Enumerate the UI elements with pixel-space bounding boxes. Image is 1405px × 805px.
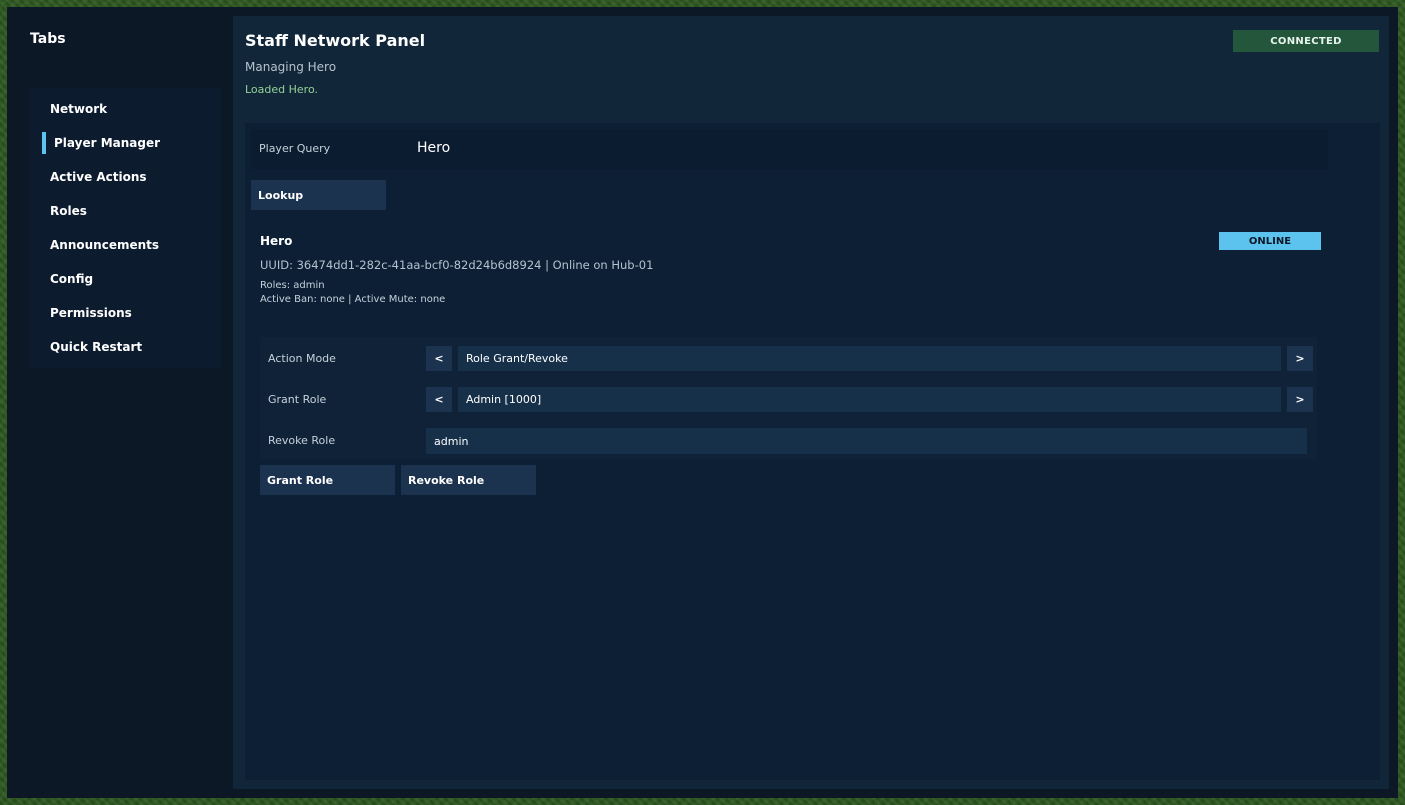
main-panel: Staff Network Panel Managing Hero Loaded…: [233, 16, 1389, 789]
player-roles-line: Roles: admin: [260, 280, 325, 291]
revoke-role-button[interactable]: Revoke Role: [401, 465, 536, 495]
sidebar-item-roles[interactable]: Roles: [50, 204, 87, 218]
connection-status-badge: CONNECTED: [1233, 30, 1379, 52]
revoke-role-input[interactable]: admin: [426, 428, 1307, 454]
sidebar-tab-list: Network Player Manager Active Actions Ro…: [30, 88, 222, 368]
lookup-button[interactable]: Lookup: [251, 180, 386, 210]
sidebar-item-permissions[interactable]: Permissions: [50, 306, 132, 320]
player-ban-mute-line: Active Ban: none | Active Mute: none: [260, 294, 446, 305]
grant-role-value: Admin [1000]: [458, 387, 1281, 412]
player-name: Hero: [260, 234, 293, 248]
player-query-label: Player Query: [259, 142, 331, 155]
action-mode-label: Action Mode: [268, 352, 336, 365]
player-query-input[interactable]: Hero: [417, 140, 450, 156]
grant-role-next-button[interactable]: >: [1287, 387, 1313, 412]
grant-role-prev-button[interactable]: <: [426, 387, 452, 412]
role-action-form: Action Mode < Role Grant/Revoke > Grant …: [260, 337, 1317, 459]
sidebar-item-quick-restart[interactable]: Quick Restart: [50, 340, 142, 354]
player-status-badge: ONLINE: [1219, 232, 1321, 250]
status-message: Loaded Hero.: [245, 83, 318, 96]
sidebar-item-config[interactable]: Config: [50, 272, 93, 286]
grant-role-button[interactable]: Grant Role: [260, 465, 395, 495]
page-subtitle: Managing Hero: [245, 60, 337, 74]
action-mode-value: Role Grant/Revoke: [458, 346, 1281, 371]
player-uuid-line: UUID: 36474dd1-282c-41aa-bcf0-82d24b6d89…: [260, 258, 654, 272]
active-tab-indicator: [42, 132, 46, 154]
revoke-role-label: Revoke Role: [268, 434, 336, 447]
action-mode-next-button[interactable]: >: [1287, 346, 1313, 371]
grant-role-label: Grant Role: [268, 393, 327, 406]
sidebar-title: Tabs: [30, 31, 66, 47]
sidebar-item-player-manager[interactable]: Player Manager: [54, 136, 160, 150]
player-manager-content: Player Query Hero Lookup Hero ONLINE UUI…: [245, 123, 1380, 780]
sidebar-item-announcements[interactable]: Announcements: [50, 238, 159, 252]
sidebar-item-network[interactable]: Network: [50, 102, 107, 116]
action-mode-prev-button[interactable]: <: [426, 346, 452, 371]
page-title: Staff Network Panel: [245, 31, 426, 50]
sidebar-item-active-actions[interactable]: Active Actions: [50, 170, 147, 184]
player-query-row: Player Query Hero: [251, 129, 1328, 169]
